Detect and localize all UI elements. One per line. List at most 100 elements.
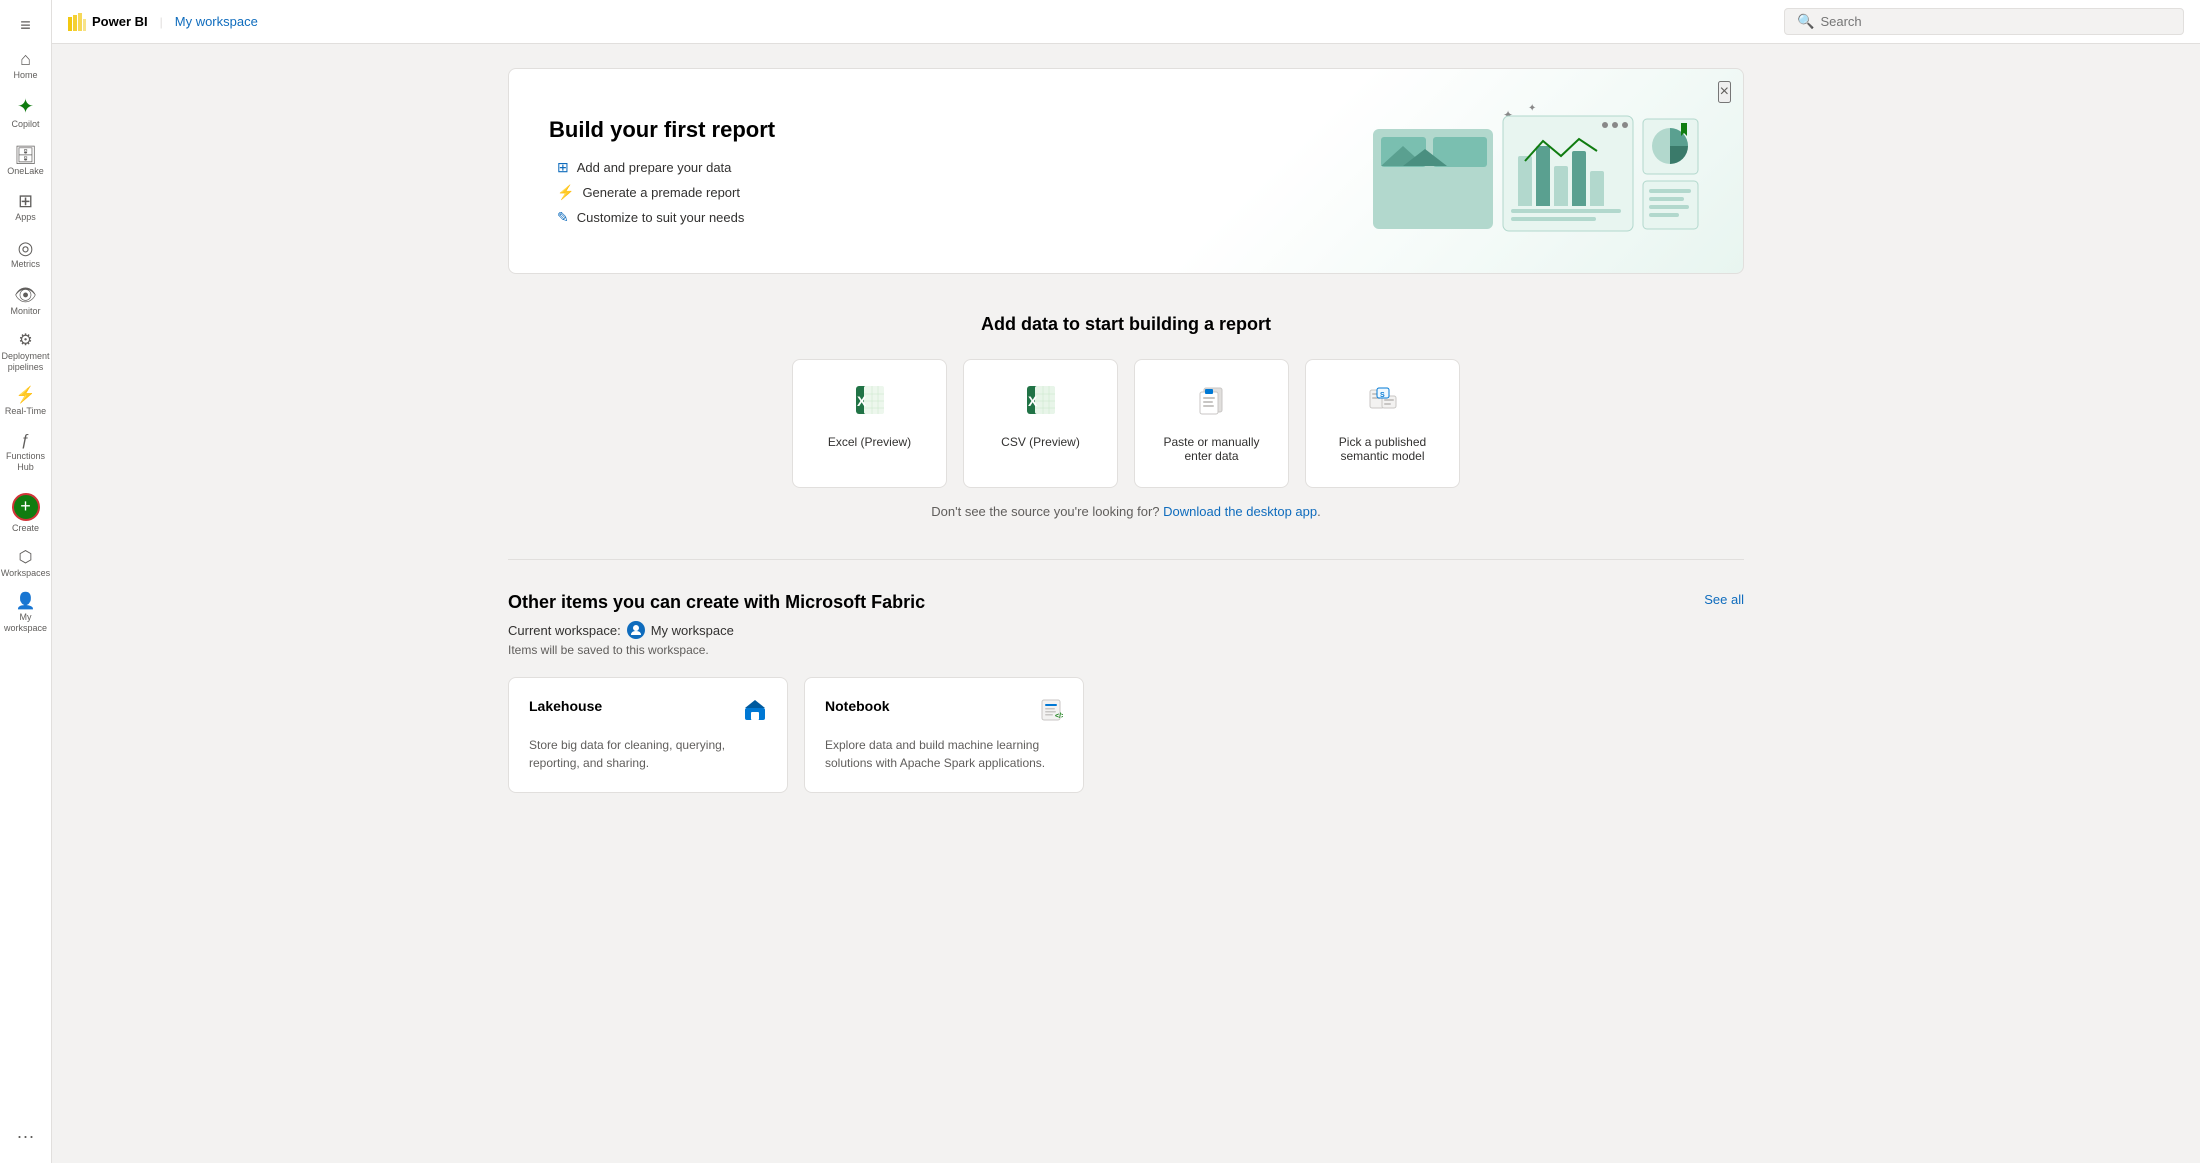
hero-text: Build your first report ⊞ Add and prepar… (549, 117, 775, 226)
hero-bullet-2: ⚡ Generate a premade report (549, 184, 775, 201)
excel-label: Excel (Preview) (828, 435, 911, 449)
data-card-semantic[interactable]: S Pick a published semantic model (1305, 359, 1460, 488)
spark-icon: ⚡ (557, 184, 574, 201)
see-all-link[interactable]: See all (1704, 592, 1744, 607)
svg-text:✦: ✦ (1528, 103, 1536, 114)
functions-icon: ƒ (21, 433, 30, 449)
copilot-icon: ✦ (17, 97, 34, 117)
sidebar-item-label: Apps (15, 212, 36, 223)
sidebar-item-myworkspace[interactable]: 👤 Myworkspace (0, 586, 51, 642)
search-input[interactable] (1820, 14, 2171, 29)
search-box[interactable]: 🔍 (1784, 8, 2184, 35)
paste-label: Paste or manually enter data (1151, 435, 1272, 463)
csv-label: CSV (Preview) (1001, 435, 1080, 449)
sidebar-item-realtime[interactable]: ⚡ Real-Time (0, 380, 51, 425)
sidebar-item-label: Workspaces (1, 568, 50, 579)
edit-icon: ✎ (557, 209, 569, 226)
svg-text:</>: </> (1055, 713, 1063, 720)
sidebar-item-label: Deploymentpipelines (1, 351, 49, 373)
hero-bullet-1: ⊞ Add and prepare your data (549, 159, 775, 176)
myworkspace-icon: 👤 (16, 594, 36, 610)
current-workspace-label: Current workspace: (508, 623, 621, 638)
sidebar-item-label: Metrics (11, 259, 40, 270)
desktop-app-link[interactable]: Download the desktop app (1163, 504, 1317, 519)
sidebar-item-label: Copilot (11, 119, 39, 130)
hero-svg: ✦ ✦ (1363, 101, 1703, 241)
data-source-cards: X Excel (Preview) X (508, 359, 1744, 488)
hero-illustration: ✦ ✦ (1363, 101, 1703, 241)
metrics-icon: ◎ (18, 239, 34, 257)
hero-title: Build your first report (549, 117, 775, 143)
onelake-icon: 🗄 (14, 146, 37, 164)
home-icon: ⌂ (20, 50, 31, 68)
main-content: Power BI | My workspace 🔍 Build your fir… (52, 0, 2200, 1163)
sidebar-item-label: Myworkspace (4, 612, 47, 634)
sidebar-item-menu[interactable]: ≡ (0, 8, 51, 42)
hero-card: Build your first report ⊞ Add and prepar… (508, 68, 1744, 274)
svg-text:X: X (857, 393, 867, 409)
sidebar-item-label: FunctionsHub (6, 451, 45, 473)
other-title: Other items you can create with Microsof… (508, 592, 925, 613)
sidebar: ≡ ⌂ Home ✦ Copilot 🗄 OneLake ⊞ Apps ◎ Me… (0, 0, 52, 1163)
hero-bullets: ⊞ Add and prepare your data ⚡ Generate a… (549, 159, 775, 226)
lakehouse-icon (743, 698, 767, 728)
fabric-card-lakehouse[interactable]: Lakehouse Store big data for cleaning, q… (508, 677, 788, 793)
data-card-excel[interactable]: X Excel (Preview) (792, 359, 947, 488)
workspace-note: Items will be saved to this workspace. (508, 643, 1744, 657)
app-logo: Power BI (68, 13, 148, 31)
workspace-badge (627, 621, 645, 639)
sidebar-item-label: Home (13, 70, 37, 81)
workspace-link[interactable]: My workspace (175, 14, 258, 29)
sidebar-more-button[interactable]: ··· (9, 1118, 43, 1155)
sidebar-item-deployment[interactable]: ⚙ Deploymentpipelines (0, 325, 51, 381)
sidebar-item-home[interactable]: ⌂ Home (0, 42, 51, 89)
sidebar-item-label: Create (12, 523, 39, 534)
sidebar-item-label: Monitor (10, 306, 40, 317)
lakehouse-title: Lakehouse (529, 698, 602, 714)
sidebar-item-workspaces[interactable]: ⬡ Workspaces (0, 542, 51, 587)
paste-icon (1196, 384, 1228, 423)
sidebar-item-apps[interactable]: ⊞ Apps (0, 184, 51, 231)
semantic-label: Pick a published semantic model (1322, 435, 1443, 463)
realtime-icon: ⚡ (16, 388, 36, 404)
sidebar-item-create[interactable]: + Create (0, 485, 51, 542)
sidebar-item-label: OneLake (7, 166, 44, 177)
csv-icon: X (1025, 384, 1057, 423)
apps-icon: ⊞ (18, 192, 33, 210)
excel-icon: X (854, 384, 886, 423)
data-card-paste[interactable]: Paste or manually enter data (1134, 359, 1289, 488)
app-name: Power BI (92, 14, 148, 29)
workspace-name: My workspace (651, 623, 734, 638)
deployment-icon: ⚙ (18, 333, 32, 349)
search-icon: 🔍 (1797, 13, 1814, 30)
sidebar-item-label: Real-Time (5, 406, 46, 417)
menu-icon: ≡ (20, 16, 31, 34)
notebook-icon: </> (1039, 698, 1063, 728)
sidebar-item-functions[interactable]: ƒ FunctionsHub (0, 425, 51, 481)
sidebar-item-monitor[interactable]: 👁 Monitor (0, 278, 51, 325)
hero-close-button[interactable]: × (1718, 81, 1731, 103)
grid-icon: ⊞ (557, 159, 569, 176)
hero-bullet-3: ✎ Customize to suit your needs (549, 209, 775, 226)
other-items-section: Other items you can create with Microsof… (508, 592, 1744, 793)
sidebar-item-metrics[interactable]: ◎ Metrics (0, 231, 51, 278)
workspace-info: Current workspace: My workspace (508, 621, 1744, 639)
sidebar-item-copilot[interactable]: ✦ Copilot (0, 89, 51, 138)
fabric-cards: Lakehouse Store big data for cleaning, q… (508, 677, 1744, 793)
other-header: Other items you can create with Microsof… (508, 592, 1744, 613)
add-data-title: Add data to start building a report (508, 314, 1744, 335)
sidebar-item-onelake[interactable]: 🗄 OneLake (0, 138, 51, 185)
source-hint: Don't see the source you're looking for?… (508, 504, 1744, 519)
notebook-desc: Explore data and build machine learning … (825, 736, 1063, 772)
topbar: Power BI | My workspace 🔍 (52, 0, 2200, 44)
svg-text:X: X (1028, 393, 1038, 409)
lakehouse-desc: Store big data for cleaning, querying, r… (529, 736, 767, 772)
workspaces-icon: ⬡ (19, 550, 33, 566)
page-content: Build your first report ⊞ Add and prepar… (476, 44, 1776, 817)
semantic-icon: S (1367, 384, 1399, 423)
powerbi-logo-icon (68, 13, 86, 31)
monitor-icon: 👁 (14, 286, 37, 304)
section-divider (508, 559, 1744, 560)
data-card-csv[interactable]: X CSV (Preview) (963, 359, 1118, 488)
fabric-card-notebook[interactable]: Notebook </> Explore d (804, 677, 1084, 793)
